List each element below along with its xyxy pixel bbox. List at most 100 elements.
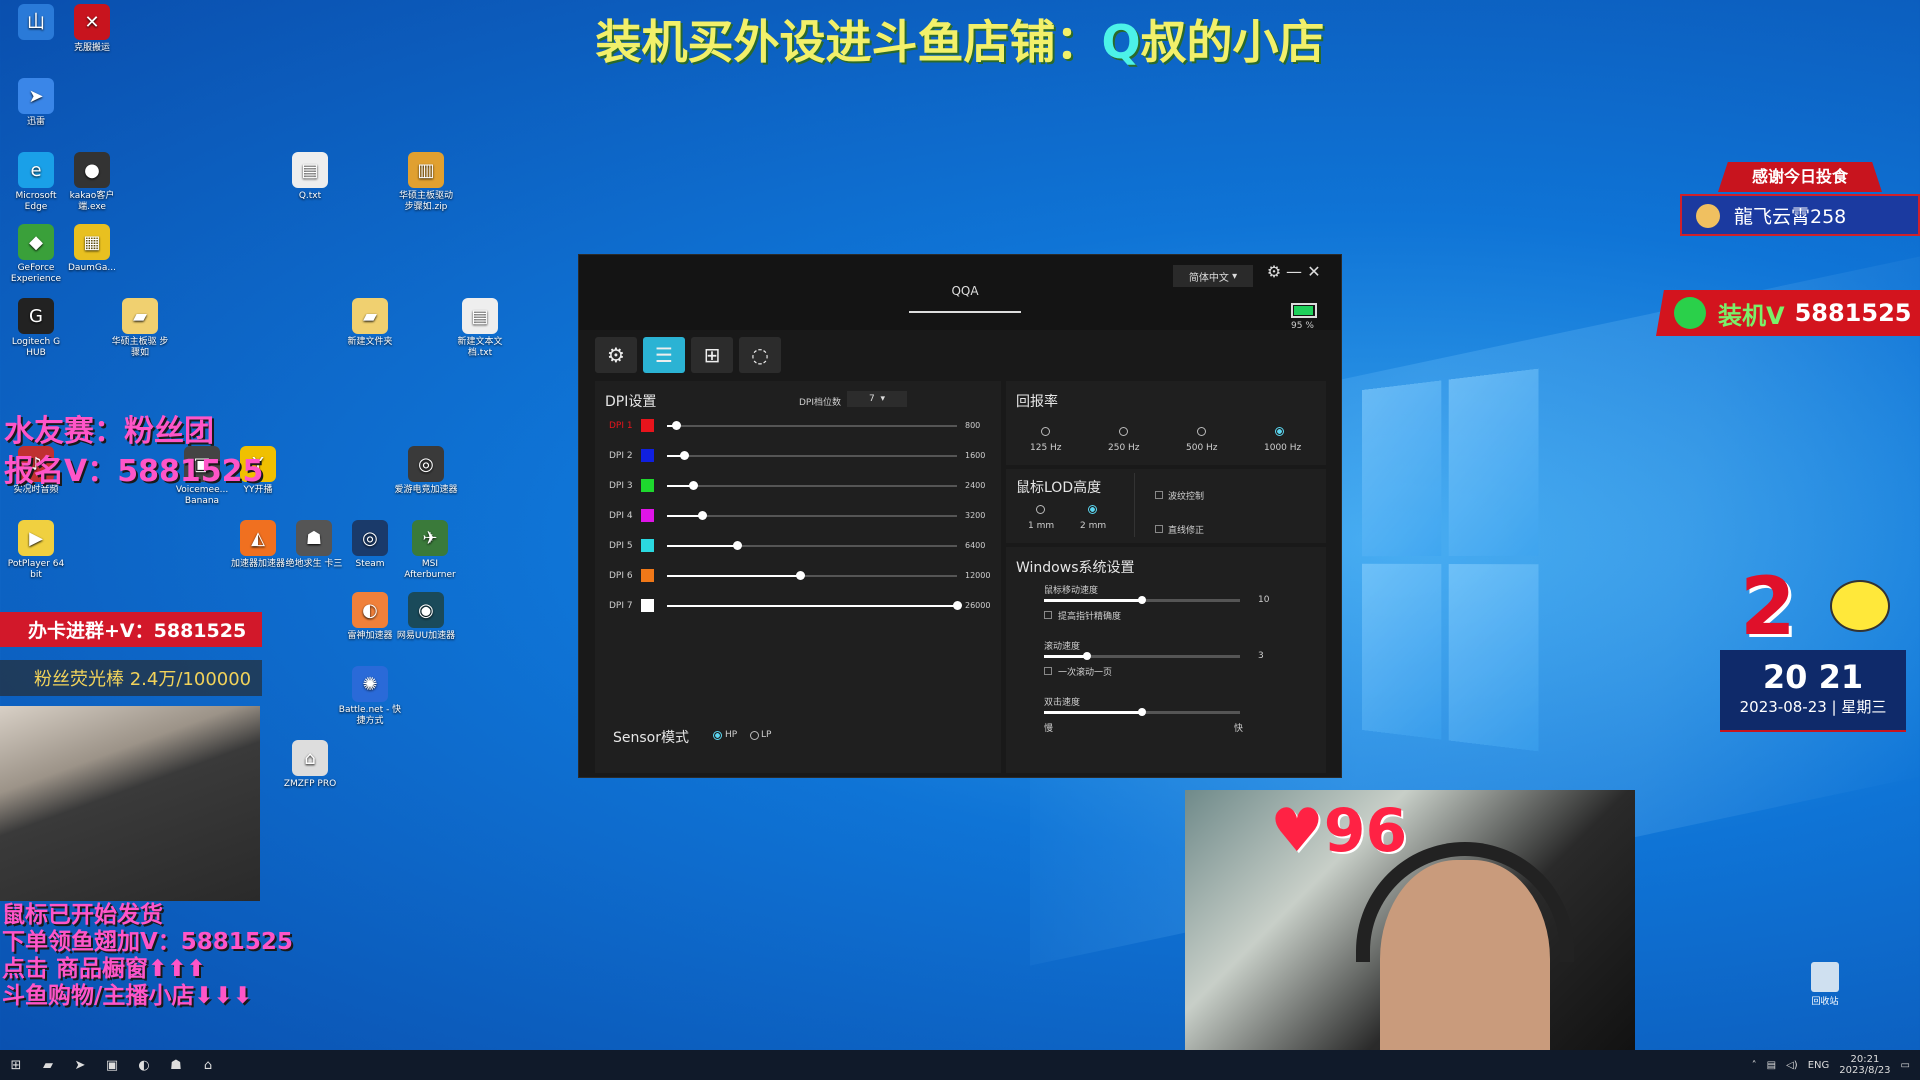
taskbar: ⊞ ▰ ➤ ▣ ◐ ☗ ⌂ ˄ ▤ ◁) ENG 20:21 2023/8/23 … [0, 1050, 1920, 1080]
desktop-icon-shanmai[interactable]: 山 [4, 4, 68, 43]
minimize-button[interactable]: — [1285, 263, 1303, 281]
angle-snap-checkbox[interactable] [1155, 525, 1163, 533]
dpi-row: DPI 5 6400 [609, 539, 989, 553]
dpi-slider[interactable] [667, 571, 957, 580]
desktop-icon-logitech[interactable]: G Logitech G HUB [4, 298, 68, 359]
dpi-slider[interactable] [667, 541, 957, 550]
lod-label: 2 mm [1080, 521, 1107, 531]
xunlei-taskbar-icon[interactable]: ➤ [64, 1050, 96, 1080]
dpi-slider[interactable] [667, 511, 957, 520]
network-icon[interactable]: ▤ [1767, 1060, 1776, 1071]
desktop-icon-battlenet[interactable]: ✺ Battle.net - 快捷方式 [338, 666, 402, 727]
lod-title: 鼠标LOD高度 [1016, 480, 1102, 496]
scroll-page-checkbox[interactable] [1044, 667, 1052, 675]
desktop-icon-uu[interactable]: ◉ 网易UU加速器 [394, 592, 458, 642]
dpi-slider-knob[interactable] [680, 451, 690, 460]
desktop-icon-label: GeForce Experience [10, 263, 62, 284]
double-click-slider[interactable] [1044, 708, 1240, 716]
dpi-slider-knob[interactable] [689, 481, 699, 490]
tab-performance[interactable]: ☰ [643, 337, 685, 373]
pointer-precision-checkbox[interactable] [1044, 611, 1052, 619]
file-explorer-icon[interactable]: ▰ [32, 1050, 64, 1080]
promo-line: 下单领鱼翅加V：5881525 [2, 929, 293, 955]
desktop-icon-folder1[interactable]: ▰ 华硕主板驱 步骤如 [108, 298, 172, 359]
lod-radio[interactable] [1036, 505, 1045, 514]
dpi-slider[interactable] [667, 481, 957, 490]
dpi-slider[interactable] [667, 421, 957, 430]
desktop-icon-potplayer[interactable]: ▶ PotPlayer 64 bit [4, 520, 68, 581]
desktop-icon-accel[interactable]: ◭ 加速器加速器 [226, 520, 290, 570]
chevron-up-icon[interactable]: ˄ [1752, 1060, 1757, 1071]
recycle-bin[interactable]: 回收站 [1805, 962, 1845, 1007]
volume-icon[interactable]: ◁) [1786, 1060, 1798, 1071]
desktop-icon-monitor[interactable]: ◎ 爱游电竞加速器 [394, 446, 458, 496]
dpi-row-value: 6400 [965, 541, 986, 550]
polling-radio[interactable] [1041, 427, 1050, 436]
tab-macro[interactable]: ⊞ [691, 337, 733, 373]
polling-radio[interactable] [1119, 427, 1128, 436]
desktop-icon-xunlei[interactable]: ➤ 迅雷 [4, 78, 68, 128]
dpi-color-swatch[interactable] [641, 569, 654, 582]
pointer-speed-slider[interactable] [1044, 596, 1240, 604]
desktop-icon-zip[interactable]: ▥ 华硕主板驱动 步骤如.zip [394, 152, 458, 213]
dpi-color-swatch[interactable] [641, 419, 654, 432]
double-click-knob[interactable] [1138, 708, 1146, 716]
desktop-icon-app2[interactable]: ✕ 克服搬运 [60, 4, 124, 54]
browser-taskbar-icon[interactable]: ◐ [128, 1050, 160, 1080]
sensor-hp-radio[interactable] [713, 731, 722, 740]
desktop-icon-daum[interactable]: ▦ DaumGa... [60, 224, 124, 274]
dpi-row: DPI 6 12000 [609, 569, 990, 583]
tab-settings[interactable]: ⚙ [595, 337, 637, 373]
dpi-slider[interactable] [667, 601, 962, 610]
polling-radio[interactable] [1275, 427, 1284, 436]
desktop-icon-booster[interactable]: ◐ 雷神加速器 [338, 592, 402, 642]
desktop-icon-msi[interactable]: ✈ MSI Afterburner [398, 520, 462, 581]
desktop-icon-txt[interactable]: ▤ Q.txt [278, 152, 342, 202]
dpi-levels-select[interactable]: 7 ▾ [847, 391, 907, 407]
edge-icon: e [18, 152, 54, 188]
app-taskbar-icon[interactable]: ▣ [96, 1050, 128, 1080]
desktop-icon-label: Microsoft Edge [15, 191, 57, 212]
tab-lighting[interactable]: ◌ [739, 337, 781, 373]
dpi-color-swatch[interactable] [641, 449, 654, 462]
language-select[interactable]: 简体中文 ▾ [1173, 265, 1253, 287]
dpi-slider-knob[interactable] [953, 601, 962, 610]
desktop-icon-edge[interactable]: e Microsoft Edge [4, 152, 68, 213]
xunlei-icon: ➤ [18, 78, 54, 114]
dpi-color-swatch[interactable] [641, 479, 654, 492]
start-button[interactable]: ⊞ [0, 1050, 32, 1080]
dpi-slider[interactable] [667, 451, 957, 460]
sensor-lp-radio[interactable] [750, 731, 759, 740]
bulb-icon: ◌ [751, 343, 769, 367]
dpi-slider-knob[interactable] [671, 421, 681, 430]
lod-radio[interactable] [1088, 505, 1097, 514]
dpi-color-swatch[interactable] [641, 539, 654, 552]
scroll-speed-slider[interactable] [1044, 652, 1240, 660]
mouse-app-taskbar-icon[interactable]: ⌂ [192, 1050, 224, 1080]
desktop-icon-geforce[interactable]: ◆ GeForce Experience [4, 224, 68, 285]
close-button[interactable]: ✕ [1305, 263, 1323, 281]
dpi-slider-knob[interactable] [796, 571, 806, 580]
dpi-slider-knob[interactable] [732, 541, 742, 550]
desktop-icon-pubg[interactable]: ☗ 绝地求生 卡三 [282, 520, 346, 570]
desktop-icon-zmzfp[interactable]: ⌂ ZMZFP PRO [278, 740, 342, 790]
dpi-color-swatch[interactable] [641, 599, 654, 612]
wechat-number: 5881525 [1794, 299, 1912, 327]
desktop-icon-kakao[interactable]: ● kakao客户端.exe [60, 152, 124, 213]
input-language[interactable]: ENG [1808, 1060, 1830, 1071]
taskbar-clock[interactable]: 20:21 2023/8/23 [1839, 1054, 1890, 1076]
dpi-slider-knob[interactable] [697, 511, 707, 520]
sensor-lp-label: LP [761, 730, 772, 740]
desktop-icon-newtxt[interactable]: ▤ 新建文本文档.txt [448, 298, 512, 359]
dpi-color-swatch[interactable] [641, 509, 654, 522]
desktop-icon-steam[interactable]: ◎ Steam [338, 520, 402, 570]
game-taskbar-icon[interactable]: ☗ [160, 1050, 192, 1080]
pointer-speed-knob[interactable] [1138, 596, 1146, 604]
polling-radio[interactable] [1197, 427, 1206, 436]
scroll-speed-knob[interactable] [1083, 652, 1092, 660]
notification-icon[interactable]: ▭ [1901, 1060, 1910, 1071]
gear-icon[interactable]: ⚙ [1265, 263, 1283, 281]
donor-name-text: 龍飞云霄258 [1734, 205, 1847, 228]
ripple-control-checkbox[interactable] [1155, 491, 1163, 499]
desktop-icon-folder2[interactable]: ▰ 新建文件夹 [338, 298, 402, 348]
